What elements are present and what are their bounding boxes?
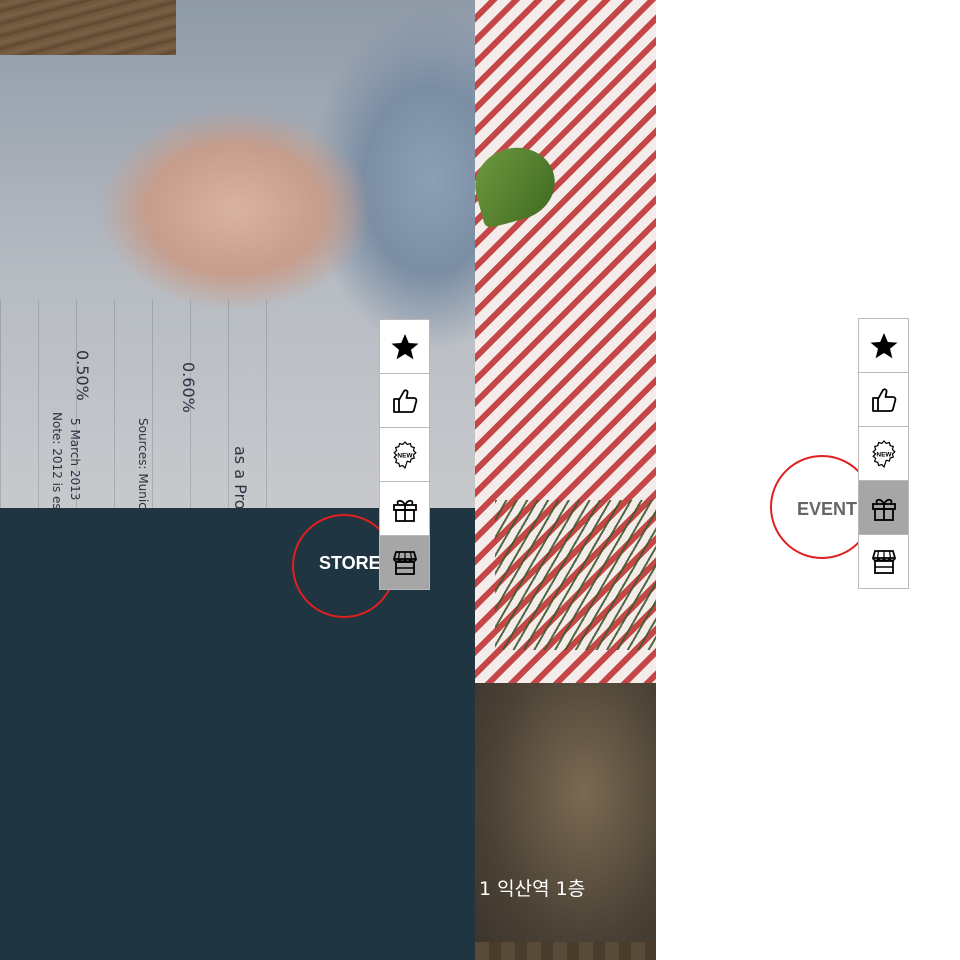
document-chart-lines — [0, 300, 300, 508]
wood-table-photo — [0, 0, 176, 55]
gift-icon — [871, 498, 896, 521]
store-location-caption: 1 익산역 1층 — [479, 878, 586, 900]
quick-menu-store[interactable] — [859, 535, 908, 588]
new-badge-icon: NEW — [392, 440, 417, 469]
store-icon — [392, 550, 417, 575]
quick-menu-left: NEW — [379, 319, 430, 590]
restaurant-photo — [475, 683, 656, 960]
event-hint-label: EVENT — [797, 499, 858, 519]
pizza-photo — [475, 0, 656, 683]
document-text: 5 March 2013 — [68, 418, 82, 501]
star-icon — [870, 332, 897, 358]
svg-text:NEW: NEW — [876, 451, 892, 458]
quick-menu-event[interactable] — [380, 482, 429, 536]
quick-menu-right: NEW — [858, 318, 909, 589]
quick-menu-recommend[interactable] — [859, 373, 908, 427]
rosemary-image — [495, 500, 656, 650]
new-badge-icon: NEW — [871, 439, 896, 468]
document-text: 0.50% — [73, 350, 92, 401]
quick-menu-event[interactable] — [859, 481, 908, 535]
quick-menu-new[interactable]: NEW — [859, 427, 908, 481]
quick-menu-recommend[interactable] — [380, 374, 429, 428]
thumbs-up-icon — [871, 387, 896, 412]
store-icon — [871, 549, 896, 574]
quick-menu-store[interactable] — [380, 536, 429, 589]
svg-text:NEW: NEW — [397, 452, 413, 459]
document-text: 0.60% — [179, 362, 198, 413]
basil-leaf-image — [475, 138, 563, 230]
gift-icon — [392, 499, 417, 522]
star-icon — [391, 333, 418, 359]
wood-strip-photo — [475, 942, 656, 960]
thumbs-up-icon — [392, 388, 417, 413]
store-hint-label: STORE — [319, 553, 381, 573]
quick-menu-new[interactable]: NEW — [380, 428, 429, 482]
quick-menu-favorite[interactable] — [859, 319, 908, 373]
quick-menu-favorite[interactable] — [380, 320, 429, 374]
